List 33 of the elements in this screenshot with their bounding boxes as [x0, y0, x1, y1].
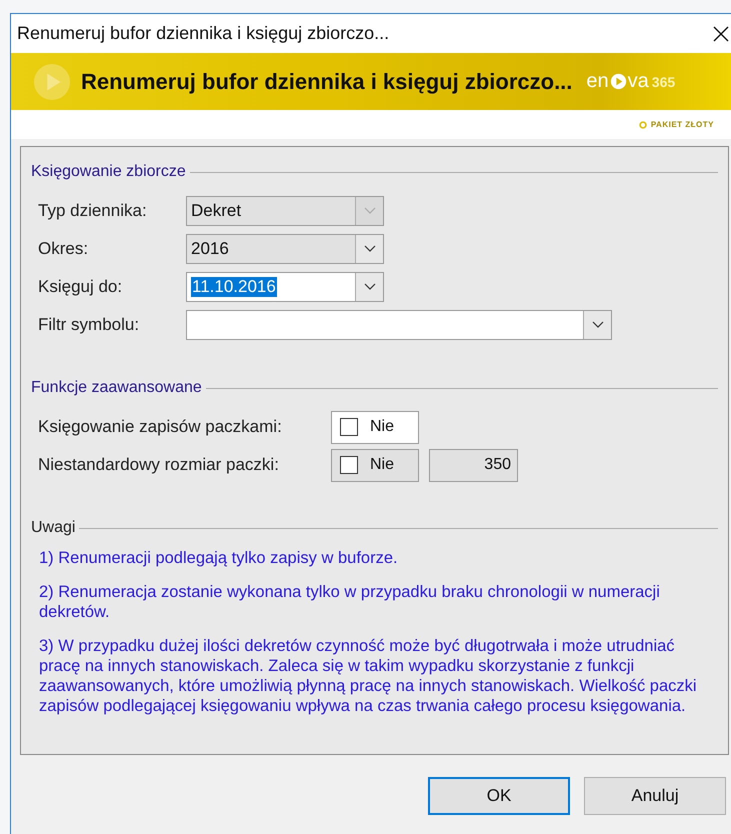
group-title: Uwagi: [31, 519, 76, 537]
field-value: 2016: [191, 239, 229, 259]
close-icon[interactable]: [713, 26, 729, 42]
checkbox[interactable]: [340, 418, 358, 436]
note-text: 3) W przypadku dużej ilości dekretów czynność może być długotrwała i może utrudniać pracę na innych stanowiskach. Zaleca się w takim wypadku skorzystanie z funkcji zaawansowanych, które umożliwią płynną pracę na innych stanowiskach. Wielkość paczki zapisów podlegającej księgowaniu wpływa na czas trwania całego procesu księgowania.: [39, 636, 698, 716]
dropdown-field[interactable]: 2016: [186, 234, 384, 264]
checkbox-field[interactable]: Nie: [331, 410, 419, 444]
chevron-down-icon: [364, 283, 376, 291]
play-icon: [33, 62, 71, 100]
group-title: Księgowanie zbiorcze: [31, 163, 186, 181]
group-title: Funkcje zaawansowane: [31, 379, 202, 397]
dropdown-field[interactable]: 11.10.2016: [186, 272, 384, 302]
brand-logo: en va 365: [586, 70, 676, 93]
note-text: 1) Renumeracji podlegają tylko zapisy w buforze.: [39, 548, 399, 568]
field-label: Typ dziennika:: [38, 201, 148, 221]
option-label: Niestandardowy rozmiar paczki:: [38, 455, 280, 475]
banner-title: Renumeruj bufor dziennika i księguj zbiorczo...: [81, 68, 572, 94]
chevron-down-icon: [364, 207, 376, 215]
window-title: Renumeruj bufor dziennika i księguj zbiorczo...: [17, 23, 390, 44]
field-label: Okres:: [38, 239, 90, 259]
field-value: Dekret: [191, 201, 242, 221]
note-text: 2) Renumeracja zostanie wykonana tylko w przypadku braku chronologii w numeracji dekretów.: [39, 582, 661, 622]
dialog-button[interactable]: Anuluj: [584, 777, 726, 815]
field-label: Księguj do:: [38, 277, 124, 297]
chevron-down-icon: [364, 245, 376, 253]
field-value: 11.10.2016: [191, 277, 277, 297]
chevron-down-icon: [592, 321, 604, 329]
option-label: Księgowanie zapisów paczkami:: [38, 417, 283, 437]
dialog-button[interactable]: OK: [428, 777, 570, 815]
dropdown-field[interactable]: [186, 310, 612, 340]
circle-icon: [638, 120, 647, 128]
package-label: PAKIET ZŁOTY: [650, 120, 714, 129]
field-label: Filtr symbolu:: [38, 315, 140, 335]
